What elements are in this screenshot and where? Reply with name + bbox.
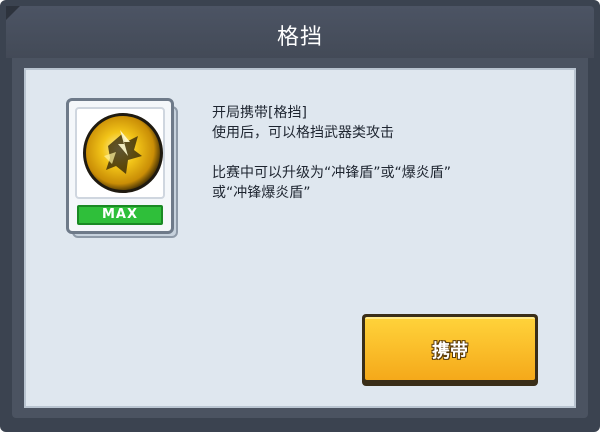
description-line: 或“冲锋爆炎盾” bbox=[212, 185, 311, 201]
carry-button-label: 携带 bbox=[432, 340, 468, 362]
shield-block-icon bbox=[83, 113, 163, 193]
item-description: 开局携带[格挡] 使用后，可以格挡武器类攻击 比赛中可以升级为“冲锋盾”或“爆炎… bbox=[212, 103, 552, 203]
description-line: 开局携带[格挡] bbox=[212, 105, 307, 121]
dialog-title: 格挡 bbox=[276, 25, 323, 50]
carry-button[interactable]: 携带 bbox=[362, 314, 538, 386]
description-line: 使用后，可以格挡武器类攻击 bbox=[212, 125, 394, 141]
corner-decoration bbox=[6, 6, 20, 20]
carry-button-face[interactable]: 携带 bbox=[365, 317, 535, 380]
item-card-front: MAX bbox=[66, 98, 174, 234]
item-card[interactable]: MAX bbox=[66, 98, 180, 240]
dialog-titlebar: 格挡 bbox=[6, 6, 594, 58]
item-icon-frame bbox=[75, 107, 165, 199]
max-level-badge: MAX bbox=[77, 205, 163, 225]
description-line: 比赛中可以升级为“冲锋盾”或“爆炎盾” bbox=[212, 165, 452, 181]
